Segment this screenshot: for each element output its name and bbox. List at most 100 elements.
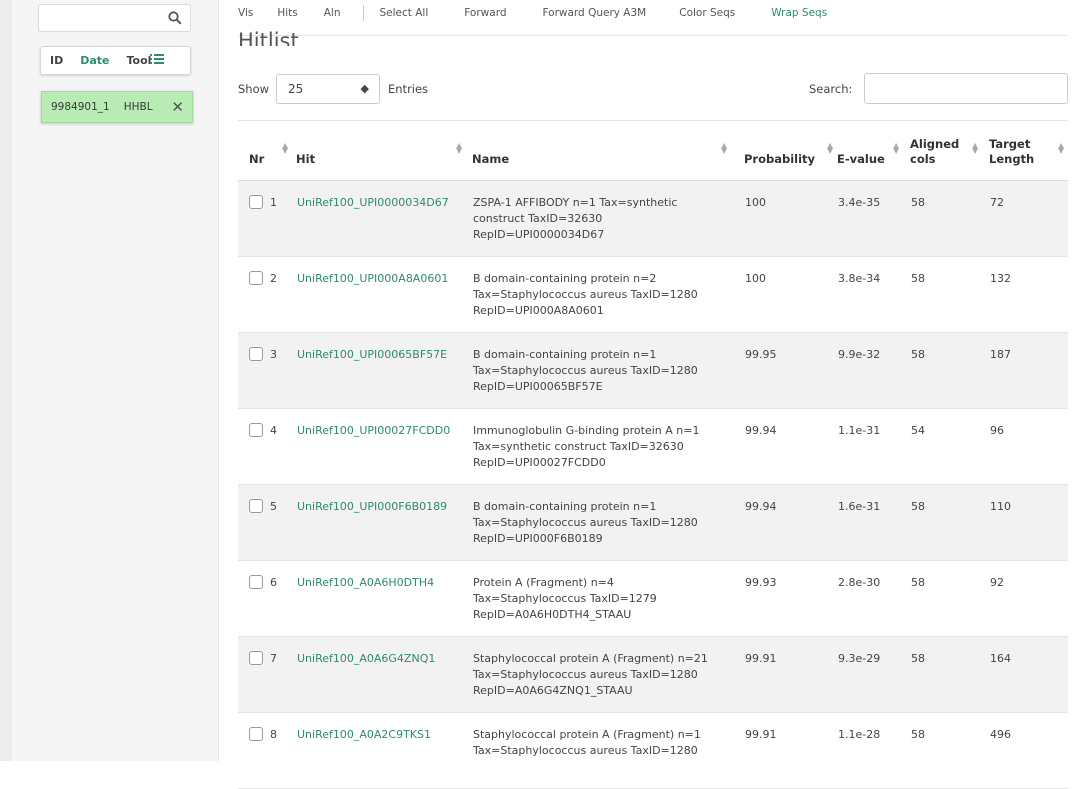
job-item[interactable]: 9984901_1 HHBL ✕ [41,91,193,123]
name-line: Tax=synthetic construct TaxID=32630 [473,440,684,453]
cell-nr: 6 [238,560,296,637]
row-number: 3 [270,348,277,361]
cell-probability: 99.91 [744,636,837,713]
name-line: RepID=UPI000F6B0189 [473,532,603,545]
header-nr[interactable]: Nr ▲ ▼ [238,120,296,181]
results-toolbar: Vis Hits Aln Select All Forward Forward … [238,0,1080,26]
row-checkbox[interactable] [249,195,263,209]
search-label: Search: [809,82,853,96]
cell-probability: 99.94 [744,408,837,485]
row-checkbox[interactable] [249,271,263,285]
search-icon[interactable] [168,11,182,28]
name-line: Staphylococcal protein A (Fragment) n=21 [473,652,708,665]
sidebar: ID Date Tool 9984901_1 HHBL ✕ [0,0,219,761]
cell-evalue: 1.6e-31 [837,484,910,561]
row-checkbox[interactable] [249,499,263,513]
tab-aln[interactable]: Aln [324,7,341,19]
cell-target-length: 72 [989,180,1068,257]
cell-evalue: 9.9e-32 [837,332,910,409]
forward-query-button[interactable]: Forward Query A3M [543,7,647,19]
name-line: Protein A (Fragment) n=4 [473,576,614,589]
cell-aligned-cols: 58 [910,560,989,637]
cell-evalue: 1.1e-31 [837,408,910,485]
name-line: B domain-containing protein n=2 [473,272,657,285]
cell-hit: UniRef100_UPI0000034D67 [296,180,472,257]
cell-probability: 100 [744,180,837,257]
cell-hit: UniRef100_UPI000F6B0189 [296,484,472,561]
name-line: Tax=Staphylococcus TaxID=1279 [473,592,657,605]
color-seqs-button[interactable]: Color Seqs [679,7,735,19]
cell-name: Staphylococcal protein A (Fragment) n=1 T… [472,712,744,789]
row-number: 2 [270,272,277,285]
cell-target-length: 164 [989,636,1068,713]
sort-by-id[interactable]: ID [50,54,63,67]
updown-caret-icon: ◆ [360,82,369,95]
header-hit[interactable]: Hit ▲ ▼ [296,120,472,181]
sort-icon: ▲ ▼ [456,141,463,155]
hit-link[interactable]: UniRef100_A0A2C9TKS1 [297,728,431,741]
wrap-seqs-button[interactable]: Wrap Seqs [771,7,827,19]
sort-icon: ▲ ▼ [282,141,289,155]
cell-nr: 5 [238,484,296,561]
cell-evalue: 3.8e-34 [837,256,910,333]
table-row: 3 UniRef100_UPI00065BF57E B domain-contain… [238,332,1068,409]
row-number: 4 [270,424,277,437]
hit-link[interactable]: UniRef100_A0A6G4ZNQ1 [297,652,435,665]
close-icon[interactable]: ✕ [171,99,184,115]
cell-nr: 2 [238,256,296,333]
cell-name: B domain-containing protein n=1 Tax=Staph… [472,332,744,409]
name-line: ZSPA-1 AFFIBODY n=1 Tax=synthetic [473,196,678,209]
row-checkbox[interactable] [249,347,263,361]
cell-name: Staphylococcal protein A (Fragment) n=21… [472,636,744,713]
name-line: Tax=Staphylococcus aureus TaxID=1280 [473,516,698,529]
hit-link[interactable]: UniRef100_UPI00065BF57E [297,348,447,361]
name-line: B domain-containing protein n=1 [473,348,657,361]
header-aligned-cols[interactable]: Aligned cols ▲ ▼ [910,120,989,181]
table-row: 5 UniRef100_UPI000F6B0189 B domain-contain… [238,484,1068,561]
name-line: Tax=Staphylococcus aureus TaxID=1280 [473,668,698,681]
hit-link[interactable]: UniRef100_UPI00027FCDD0 [297,424,450,437]
row-number: 7 [270,652,277,665]
row-number: 6 [270,576,277,589]
sort-by-tool[interactable]: Tool [127,54,152,67]
cell-aligned-cols: 58 [910,484,989,561]
row-checkbox[interactable] [249,651,263,665]
row-checkbox[interactable] [249,423,263,437]
cell-probability: 100 [744,256,837,333]
entries-select[interactable]: 25 ◆ [276,74,380,104]
cell-aligned-cols: 58 [910,332,989,409]
cell-evalue: 9.3e-29 [837,636,910,713]
job-search-input[interactable] [38,4,191,32]
select-all-button[interactable]: Select All [380,7,429,19]
header-probability[interactable]: Probability ▲ ▼ [744,120,837,181]
header-target-length[interactable]: Target Length ▲ ▼ [989,120,1068,181]
header-name[interactable]: Name ▲ ▼ [472,120,744,181]
cell-probability: 99.95 [744,332,837,409]
table-row: 4 UniRef100_UPI00027FCDD0 Immunoglobulin G… [238,408,1068,485]
hit-link[interactable]: UniRef100_UPI0000034D67 [297,196,449,209]
table-search-input[interactable] [864,73,1068,104]
sort-icon: ▲ ▼ [1058,141,1065,155]
tab-hits[interactable]: Hits [277,7,297,19]
hit-link[interactable]: UniRef100_A0A6H0DTH4 [297,576,434,589]
cell-target-length: 132 [989,256,1068,333]
row-number: 1 [270,196,277,209]
job-id: 9984901_1 [51,101,110,113]
tab-vis[interactable]: Vis [238,7,253,19]
header-evalue[interactable]: E-value ▲ ▼ [837,120,910,181]
row-checkbox[interactable] [249,727,263,741]
cell-hit: UniRef100_A0A6H0DTH4 [296,560,472,637]
row-checkbox[interactable] [249,575,263,589]
forward-button[interactable]: Forward [464,7,506,19]
sort-by-date[interactable]: Date [80,54,109,67]
list-icon[interactable] [150,53,164,68]
hit-link[interactable]: UniRef100_UPI000A8A0601 [297,272,448,285]
name-line: Tax=Staphylococcus aureus TaxID=1280 [473,288,698,301]
cell-nr: 7 [238,636,296,713]
row-number: 5 [270,500,277,513]
hit-link[interactable]: UniRef100_UPI000F6B0189 [297,500,447,513]
cell-hit: UniRef100_UPI00027FCDD0 [296,408,472,485]
cell-hit: UniRef100_A0A2C9TKS1 [296,712,472,789]
cell-hit: UniRef100_UPI00065BF57E [296,332,472,409]
cell-aligned-cols: 58 [910,180,989,257]
